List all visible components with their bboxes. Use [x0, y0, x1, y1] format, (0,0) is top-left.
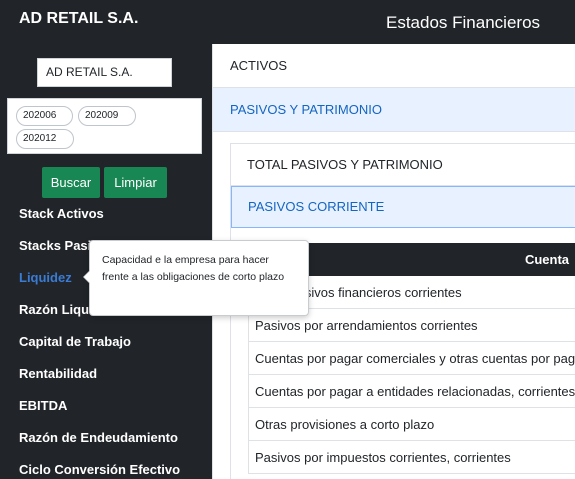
tooltip-text: Capacidad e la empresa para hacer frente… — [102, 254, 285, 283]
table-row: Otras provisiones a corto plazo — [248, 408, 575, 441]
sidebar-item-razon-endeudamiento[interactable]: Razón de Endeudamiento — [19, 430, 180, 462]
company-input[interactable]: AD RETAIL S.A. — [37, 58, 172, 87]
accordion-pasivos-corriente[interactable]: PASIVOS CORRIENTE — [231, 186, 575, 228]
sidebar-item-stack-activos[interactable]: Stack Activos — [19, 206, 180, 238]
sidebar-item-rentabilidad[interactable]: Rentabilidad — [19, 366, 180, 398]
liquidez-tooltip: Capacidad e la empresa para hacer frente… — [83, 240, 309, 316]
page-title: Estados Financieros — [386, 13, 541, 32]
table-row: Cuentas por pagar a entidades relacionad… — [248, 375, 575, 408]
sidebar-item-ciclo-conversion[interactable]: Ciclo Conversión Efectivo — [19, 462, 180, 479]
sidebar-item-capital-trabajo[interactable]: Capital de Trabajo — [19, 334, 180, 366]
search-button[interactable]: Buscar — [42, 167, 100, 198]
accordion-pasivos-patrimonio[interactable]: PASIVOS Y PATRIMONIO — [213, 88, 575, 132]
accordion-activos[interactable]: ACTIVOS — [213, 44, 575, 88]
period-chip[interactable]: 202009 — [78, 106, 136, 126]
period-multiselect[interactable]: 202006 202009 202012 — [7, 98, 202, 154]
top-navbar: AD RETAIL S.A. Estados Financieros — [0, 0, 575, 44]
period-chip[interactable]: 202012 — [16, 129, 74, 149]
table-row: Pasivos por impuestos corrientes, corrie… — [248, 441, 575, 474]
table-row: Cuentas por pagar comerciales y otras cu… — [248, 342, 575, 375]
tooltip-arrow — [83, 270, 90, 284]
sidebar-item-ebitda[interactable]: EBITDA — [19, 398, 180, 430]
period-chip[interactable]: 202006 — [16, 106, 73, 126]
brand-title[interactable]: AD RETAIL S.A. — [19, 10, 138, 28]
accordion-total-pasivos[interactable]: TOTAL PASIVOS Y PATRIMONIO — [231, 144, 575, 186]
clear-button[interactable]: Limpiar — [104, 167, 167, 198]
column-header-cuenta[interactable]: Cuenta — [525, 243, 569, 276]
